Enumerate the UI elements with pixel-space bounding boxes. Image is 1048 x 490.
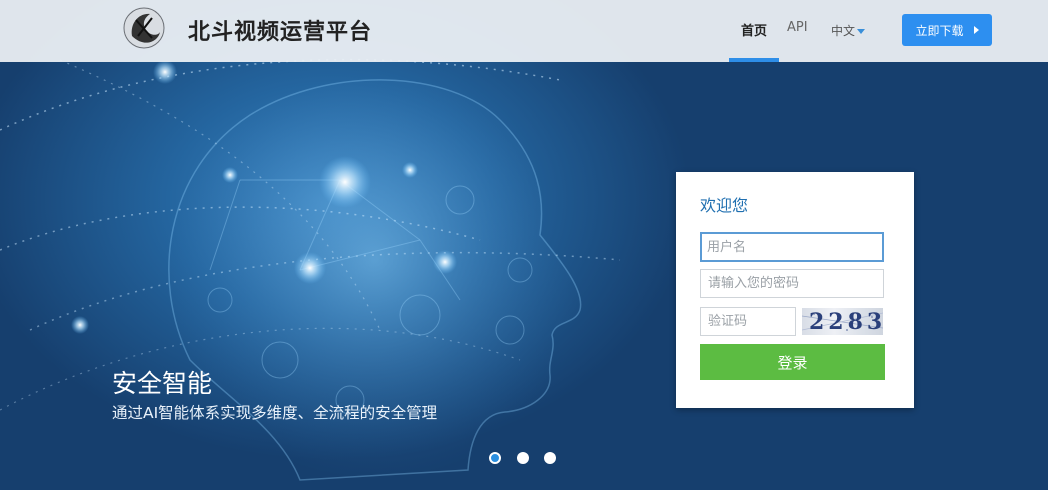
nav-home-link[interactable]: 首页 (741, 20, 767, 39)
active-nav-indicator (729, 58, 779, 62)
slide-title: 安全智能 (112, 369, 213, 398)
download-button[interactable]: 立即下载 (902, 14, 992, 46)
top-navbar: 北斗视频运营平台 首页 API 中文 立即下载 (0, 0, 1048, 62)
captcha-image[interactable]: 2283 (802, 308, 883, 335)
login-panel: 欢迎您 2283 登录 (676, 172, 914, 408)
slide-description: 通过AI智能体系实现多维度、全流程的安全管理 (112, 404, 438, 422)
language-select[interactable]: 中文 (831, 22, 866, 39)
captcha-input[interactable] (700, 307, 796, 336)
download-label: 立即下载 (915, 23, 964, 38)
language-label: 中文 (831, 24, 856, 38)
carousel-dot-3[interactable] (544, 452, 556, 464)
login-title: 欢迎您 (700, 196, 749, 215)
password-input[interactable] (700, 269, 884, 298)
brand-title[interactable]: 北斗视频运营平台 (188, 14, 372, 46)
caret-down-icon (857, 29, 866, 34)
carousel-dot-2[interactable] (517, 452, 529, 464)
login-button[interactable]: 登录 (700, 344, 885, 380)
nav-api-link[interactable]: API (787, 20, 808, 35)
logo-icon[interactable] (122, 6, 166, 50)
username-input[interactable] (700, 232, 884, 262)
carousel-dot-1[interactable] (489, 452, 501, 464)
captcha-code: 2283 (809, 309, 883, 335)
play-icon (973, 26, 979, 34)
